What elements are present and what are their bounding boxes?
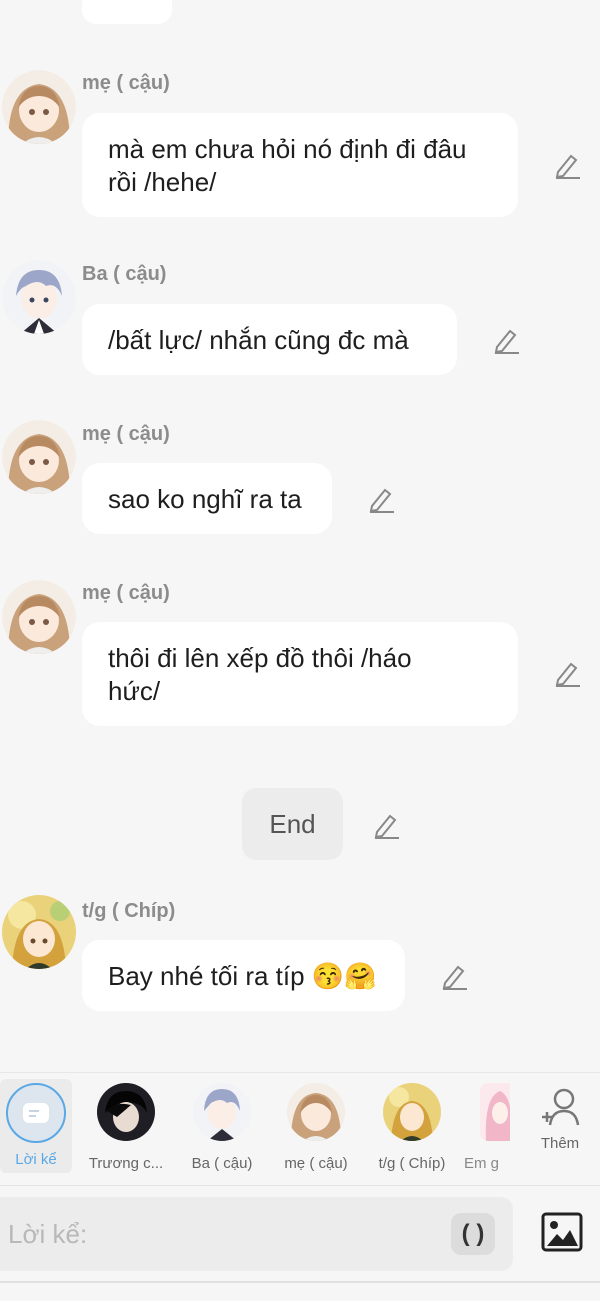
message-line: sao ko nghĩ ra ta (108, 484, 302, 514)
character-me[interactable]: mẹ ( cậu) (274, 1083, 358, 1172)
edit-pencil-icon[interactable] (372, 810, 402, 840)
character-label: Trương c... (88, 1155, 164, 1172)
edit-pencil-icon[interactable] (553, 658, 583, 688)
edit-pencil-icon[interactable] (440, 961, 470, 991)
character-ba[interactable]: Ba ( cậu) (180, 1083, 264, 1172)
message-bubble[interactable]: /bất lực/ nhắn cũng đc mà (82, 304, 457, 375)
message-line: hức/ (108, 676, 161, 706)
add-character-label: Thêm (540, 1135, 580, 1152)
message-input[interactable]: Lời kể: ( ) (0, 1197, 513, 1271)
message-bubble[interactable]: sao ko nghĩ ra ta (82, 463, 332, 534)
parentheses-label: ( ) (461, 1220, 485, 1247)
add-person-icon (542, 1088, 580, 1126)
bottom-panel: Lời kể Trương c... Ba ( cậu) mẹ ( cậu) t… (0, 1072, 600, 1301)
edit-pencil-icon[interactable] (492, 325, 522, 355)
sender-name: Ba ( cậu) (82, 263, 167, 285)
character-truong[interactable]: Trương c... (84, 1083, 168, 1172)
edit-pencil-icon[interactable] (367, 484, 397, 514)
message-bubble[interactable]: thôi đi lên xếp đồ thôi /háo hức/ (82, 622, 518, 726)
message-bubble[interactable]: mà em chưa hỏi nó định đi đâu rồi /hehe/ (82, 113, 518, 217)
character-label: Em g (464, 1155, 500, 1172)
character-selector: Lời kể Trương c... Ba ( cậu) mẹ ( cậu) t… (0, 1073, 600, 1183)
sender-name: mẹ ( cậu) (82, 423, 170, 445)
character-label: t/g ( Chíp) (378, 1155, 446, 1172)
avatar-tg-chip[interactable] (2, 895, 76, 969)
character-label: Lời kể (15, 1151, 57, 1168)
input-placeholder: Lời kể: (8, 1219, 88, 1249)
character-label: Ba ( cậu) (191, 1155, 253, 1172)
bottom-divider (0, 1281, 600, 1283)
edit-pencil-icon[interactable] (553, 150, 583, 180)
divider (0, 1185, 600, 1186)
message-line: thôi đi lên xếp đồ thôi /háo (108, 643, 412, 673)
message-line: /bất lực/ nhắn cũng đc mà (108, 325, 409, 355)
avatar-ba-cau[interactable] (2, 260, 76, 334)
previous-message-bubble (82, 0, 172, 24)
image-icon[interactable] (541, 1212, 583, 1252)
character-label: mẹ ( cậu) (284, 1155, 348, 1172)
narration-icon (23, 1103, 49, 1123)
sender-name: t/g ( Chíp) (82, 900, 176, 922)
sender-name: mẹ ( cậu) (82, 72, 170, 94)
message-line: mà em chưa hỏi nó định đi đâu (108, 134, 467, 164)
character-em-gai[interactable]: Em g (464, 1083, 510, 1172)
message-line: rồi /hehe/ (108, 167, 217, 197)
avatar-me-cau[interactable] (2, 420, 76, 494)
character-tg[interactable]: t/g ( Chíp) (370, 1083, 454, 1172)
narration-bubble[interactable]: End (242, 788, 343, 860)
character-narrator[interactable]: Lời kể (0, 1079, 72, 1173)
message-line: Bay nhé tối ra típ 😚🤗 (108, 961, 377, 991)
narration-text: End (269, 809, 316, 839)
message-bubble[interactable]: Bay nhé tối ra típ 😚🤗 (82, 940, 405, 1011)
avatar-me-cau[interactable] (2, 580, 76, 654)
add-character-button[interactable]: Thêm (528, 1085, 592, 1152)
avatar-me-cau[interactable] (2, 70, 76, 144)
sender-name: mẹ ( cậu) (82, 582, 170, 604)
parentheses-button[interactable]: ( ) (451, 1213, 495, 1255)
